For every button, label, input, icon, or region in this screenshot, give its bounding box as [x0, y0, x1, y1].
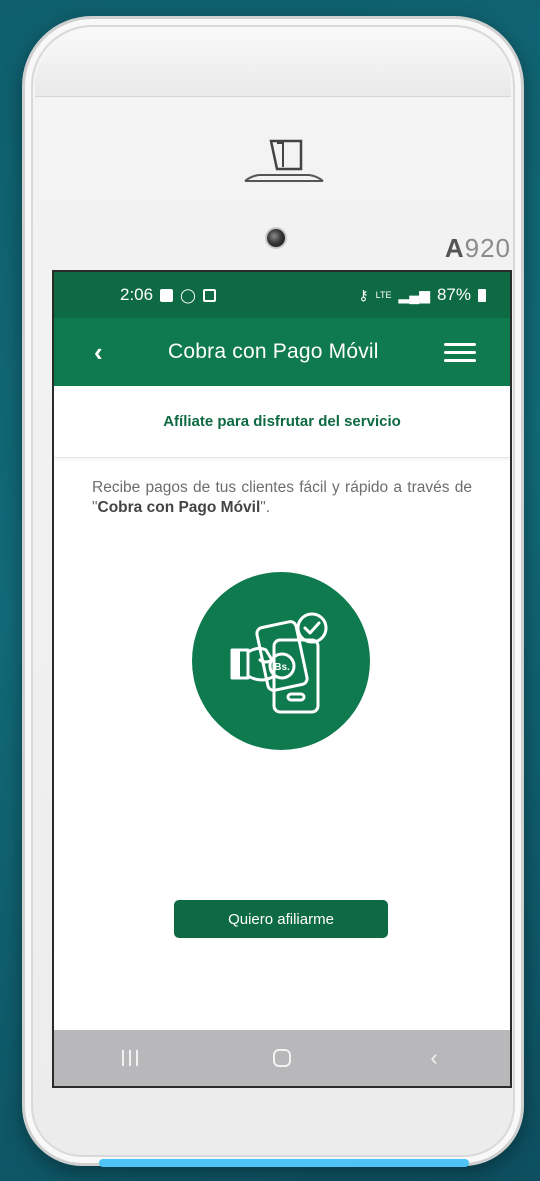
- recent-apps-icon: [122, 1050, 138, 1066]
- svg-text:Bs.: Bs.: [274, 662, 290, 673]
- status-bar: 2:06 ◯ ⚷ LTE ▂▄▆ 87%: [54, 272, 510, 318]
- mobile-payment-illustration: Bs.: [192, 572, 370, 750]
- device-top-band: [35, 27, 511, 97]
- signal-icon: ▂▄▆: [398, 287, 430, 303]
- mobile-payment-icon: Bs.: [230, 612, 328, 714]
- whatsapp-notification-icon: ◯: [180, 287, 196, 303]
- phone-screen: 2:06 ◯ ⚷ LTE ▂▄▆ 87% ‹ Cobra con Pago Mó…: [52, 270, 512, 1088]
- recent-apps-button[interactable]: [100, 1038, 160, 1078]
- subheader-text: Afíliate para disfrutar del servicio: [163, 413, 401, 430]
- battery-icon: [478, 288, 486, 302]
- gallery-notification-icon: [160, 288, 174, 302]
- android-navigation-bar: ‹: [54, 1030, 510, 1086]
- back-icon: ‹: [430, 1045, 438, 1070]
- hamburger-menu-icon[interactable]: [444, 342, 476, 362]
- device-bottom-light-strip: [99, 1159, 469, 1167]
- battery-percent: 87%: [436, 285, 471, 304]
- device-brand: A920: [444, 233, 511, 263]
- app-title: Cobra con Pago Móvil: [168, 340, 379, 363]
- description-text: Recibe pagos de tus clientes fácil y ráp…: [92, 479, 472, 516]
- card-slot-icon: [244, 139, 324, 182]
- app-notification-icon: [202, 288, 216, 302]
- camera-icon: [265, 227, 287, 249]
- home-icon: [273, 1049, 291, 1067]
- subheader: Afíliate para disfrutar del servicio: [54, 386, 510, 458]
- chevron-left-icon[interactable]: ‹: [94, 339, 103, 365]
- home-button[interactable]: [252, 1038, 312, 1078]
- vpn-key-icon: ⚷: [358, 287, 369, 303]
- network-type: LTE: [375, 290, 392, 300]
- status-time: 2:06: [120, 285, 154, 304]
- affiliate-button[interactable]: Quiero afiliarme: [174, 900, 388, 938]
- back-button[interactable]: ‹: [404, 1038, 464, 1078]
- app-bar: ‹ Cobra con Pago Móvil: [54, 318, 510, 386]
